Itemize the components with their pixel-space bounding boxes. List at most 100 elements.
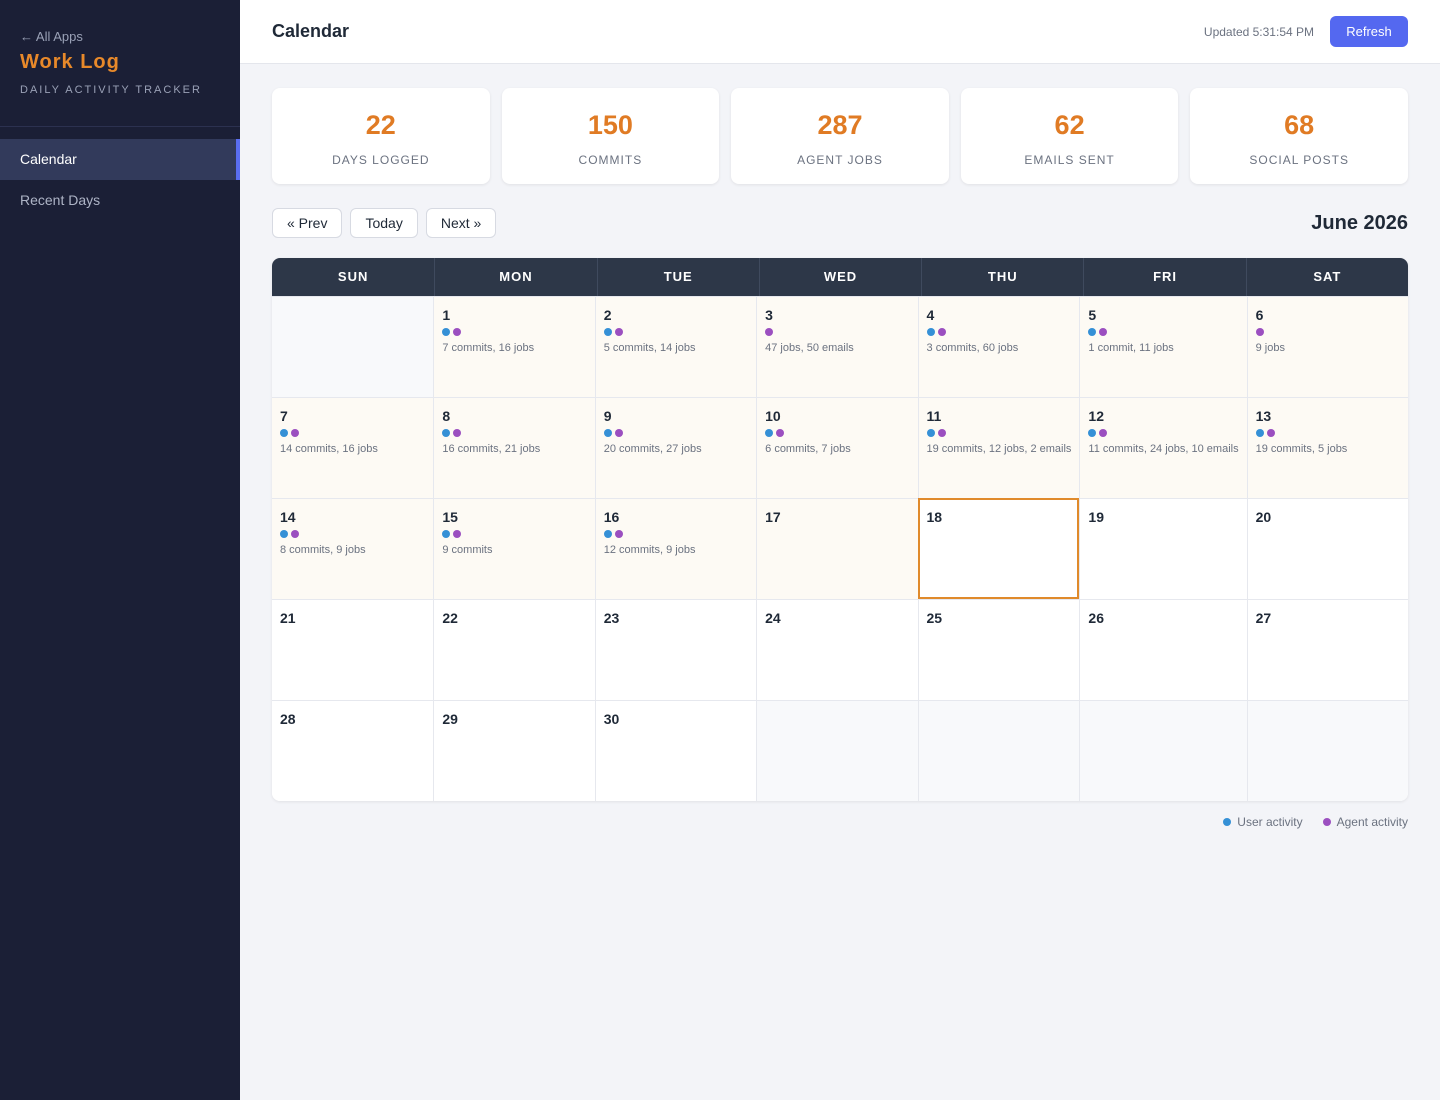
app-brand: Work Log	[20, 51, 120, 73]
sidebar-item-calendar[interactable]: Calendar	[0, 139, 240, 180]
calendar-day-24[interactable]: 24	[756, 599, 918, 700]
day-number: 11	[926, 408, 942, 424]
calendar-day-5[interactable]: 5 1 commit, 11 jobs	[1079, 296, 1247, 397]
calendar-day-21[interactable]: 21	[272, 599, 434, 700]
calendar-day-22[interactable]: 22	[433, 599, 595, 700]
calendar-day-30[interactable]: 30	[594, 700, 757, 801]
today-button[interactable]: Today	[350, 208, 418, 238]
all-apps-link[interactable]: ← All Apps	[20, 29, 83, 44]
agent-activity-dot-icon	[453, 328, 462, 336]
stat-value: 68	[1284, 110, 1315, 140]
calendar-day-23[interactable]: 23	[594, 599, 757, 700]
sidebar-divider	[0, 126, 240, 127]
next-month-button[interactable]: Next »	[425, 208, 497, 238]
calendar-day-12[interactable]: 12 11 commits, 24 jobs, 10 emails	[1079, 397, 1247, 498]
calendar-day-20[interactable]: 20	[1246, 498, 1408, 599]
day-summary: 9 commits	[442, 544, 493, 556]
activity-dots	[603, 328, 748, 338]
day-number: 15	[442, 509, 458, 525]
activity-dots	[442, 429, 586, 439]
day-summary: 16 commits, 21 jobs	[442, 443, 541, 455]
calendar-day-6[interactable]: 6 9 jobs	[1246, 296, 1408, 397]
calendar-day-1[interactable]: 1 7 commits, 16 jobs	[433, 296, 595, 397]
weekday-label: FRI	[1083, 258, 1245, 296]
calendar-day-19[interactable]: 19	[1079, 498, 1247, 599]
activity-dots	[926, 429, 1072, 439]
calendar-day-14[interactable]: 14 8 commits, 9 jobs	[272, 498, 434, 599]
page-title: Calendar	[272, 21, 350, 41]
day-number: 19	[1088, 509, 1104, 525]
day-number: 26	[1088, 610, 1104, 626]
calendar-day-17[interactable]: 17	[756, 498, 918, 599]
calendar-day-25[interactable]: 25	[917, 599, 1080, 700]
calendar-grid: SUN MON TUE WED THU FRI SAT 1 7 commits, …	[272, 258, 1408, 801]
calendar-day-3[interactable]: 3 47 jobs, 50 emails	[756, 296, 918, 397]
day-number: 9	[603, 408, 612, 424]
prev-month-button[interactable]: « Prev	[272, 208, 343, 238]
calendar-day-8[interactable]: 8 16 commits, 21 jobs	[433, 397, 595, 498]
day-summary: 3 commits, 60 jobs	[926, 342, 1019, 354]
user-activity-dot-icon	[1088, 328, 1097, 336]
calendar-day-13[interactable]: 13 19 commits, 5 jobs	[1246, 397, 1408, 498]
stat-label: EMAILS SENT	[1024, 153, 1115, 167]
calendar-day-9[interactable]: 9 20 commits, 27 jobs	[594, 397, 757, 498]
day-number: 22	[442, 610, 458, 626]
day-number: 29	[442, 711, 458, 727]
agent-activity-dot-icon	[453, 530, 462, 538]
day-number: 27	[1255, 610, 1272, 626]
calendar-day-26[interactable]: 26	[1079, 599, 1247, 700]
calendar-day-16[interactable]: 16 12 commits, 9 jobs	[594, 498, 757, 599]
calendar-day-27[interactable]: 27	[1246, 599, 1408, 700]
calendar-empty-cell	[1079, 700, 1247, 801]
calendar-day-28[interactable]: 28	[272, 700, 434, 801]
refresh-button[interactable]: Refresh	[1330, 16, 1408, 47]
legend-user-label: User activity	[1237, 815, 1303, 829]
activity-dots	[442, 530, 586, 540]
agent-activity-dot-icon	[1099, 429, 1108, 437]
day-summary: 47 jobs, 50 emails	[765, 342, 854, 354]
day-number: 7	[280, 408, 288, 424]
user-activity-dot-icon	[1088, 429, 1097, 437]
activity-dots	[765, 429, 909, 439]
calendar-day-4[interactable]: 4 3 commits, 60 jobs	[917, 296, 1080, 397]
day-number: 25	[926, 610, 943, 626]
calendar-day-2[interactable]: 2 5 commits, 14 jobs	[594, 296, 757, 397]
day-number: 6	[1255, 307, 1264, 323]
day-number: 21	[280, 610, 296, 626]
day-summary: 14 commits, 16 jobs	[280, 443, 378, 455]
sidebar-item-recent-days[interactable]: Recent Days	[0, 180, 240, 221]
sidebar: ← All Apps Work Log DAILY ACTIVITY TRACK…	[0, 0, 240, 1100]
app-tagline: DAILY ACTIVITY TRACKER	[20, 84, 202, 96]
day-number: 30	[603, 711, 620, 727]
day-number: 3	[765, 307, 773, 323]
activity-dots	[603, 530, 748, 540]
activity-dots	[442, 328, 586, 338]
activity-dots	[1088, 328, 1238, 338]
calendar-day-29[interactable]: 29	[433, 700, 595, 801]
day-summary: 8 commits, 9 jobs	[280, 544, 366, 556]
user-activity-dot-icon	[1223, 818, 1232, 826]
stat-value: 287	[817, 110, 863, 140]
day-summary: 12 commits, 9 jobs	[603, 544, 696, 556]
stat-card-days-logged: 22 DAYS LOGGED	[272, 88, 490, 184]
calendar-day-10[interactable]: 10 6 commits, 7 jobs	[756, 397, 918, 498]
weekday-label: SAT	[1245, 258, 1408, 296]
calendar-empty-cell	[1246, 700, 1408, 801]
calendar-empty-cell	[272, 296, 434, 397]
day-summary: 1 commit, 11 jobs	[1088, 342, 1174, 354]
calendar-day-7[interactable]: 7 14 commits, 16 jobs	[272, 397, 434, 498]
activity-dots	[1255, 429, 1400, 439]
day-number: 23	[603, 610, 620, 626]
calendar-day-15[interactable]: 15 9 commits	[433, 498, 595, 599]
activity-dots	[280, 429, 425, 439]
calendar-empty-cell	[756, 700, 918, 801]
weekday-label: MON	[434, 258, 596, 296]
calendar-day-18[interactable]: 18	[917, 498, 1080, 599]
user-activity-dot-icon	[280, 429, 288, 437]
stat-value: 150	[587, 110, 633, 140]
stat-card-commits: 150 COMMITS	[501, 88, 720, 184]
calendar-day-11[interactable]: 11 19 commits, 12 jobs, 2 emails	[917, 397, 1080, 498]
agent-activity-dot-icon	[765, 328, 774, 336]
activity-dots	[1088, 429, 1238, 439]
user-activity-dot-icon	[603, 530, 612, 538]
